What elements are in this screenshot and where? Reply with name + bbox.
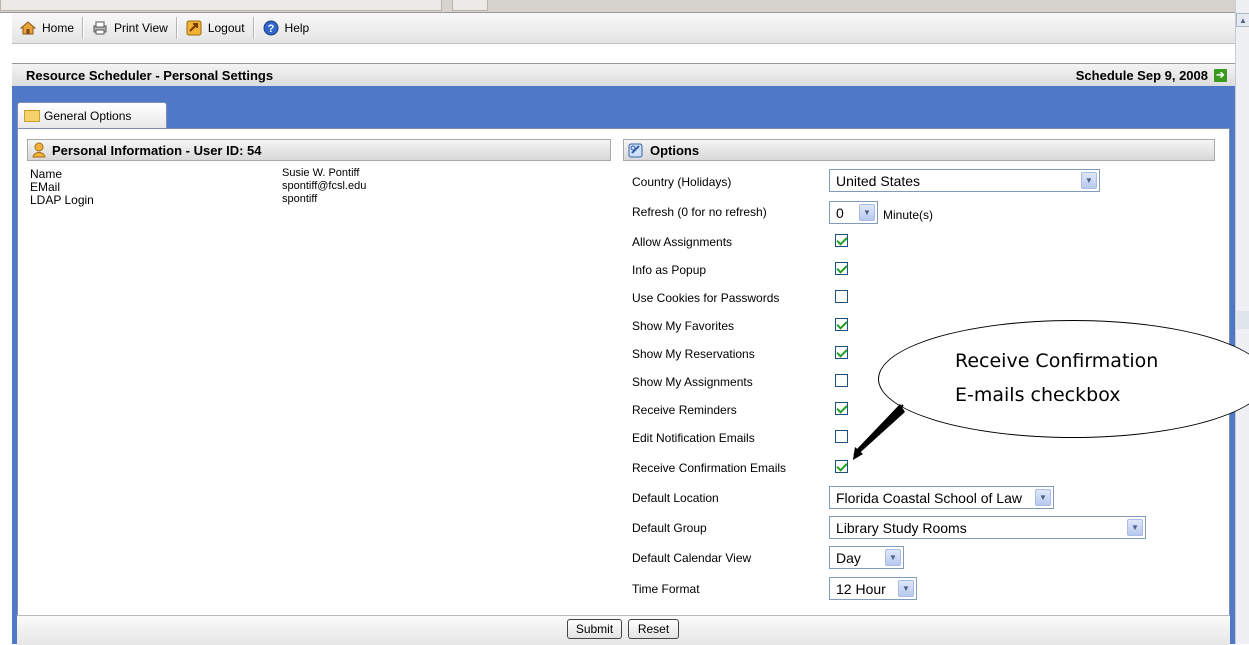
use-cookies-checkbox[interactable] (835, 290, 848, 303)
email-value: spontiff@fcsl.edu (282, 180, 367, 192)
svg-text:?: ? (267, 23, 274, 35)
receive-reminders-label: Receive Reminders (632, 403, 737, 417)
options-title: Options (650, 142, 700, 158)
email-label: EMail (30, 180, 61, 194)
help-button[interactable]: ? Help (255, 13, 318, 43)
default-location-select[interactable]: Florida Coastal School of Law ▼ (829, 486, 1054, 509)
default-group-label: Default Group (632, 521, 707, 535)
callout-bubble (878, 320, 1249, 438)
show-assignments-label: Show My Assignments (632, 375, 753, 389)
default-group-value: Library Study Rooms (836, 519, 967, 536)
time-format-label: Time Format (632, 582, 700, 596)
country-select[interactable]: United States ▼ (829, 169, 1100, 192)
folder-icon (24, 109, 40, 122)
default-group-select[interactable]: Library Study Rooms ▼ (829, 516, 1146, 539)
allow-assignments-label: Allow Assignments (632, 235, 733, 249)
scroll-thumb[interactable] (1237, 311, 1249, 329)
use-cookies-label: Use Cookies for Passwords (632, 291, 780, 305)
default-view-label: Default Calendar View (632, 551, 752, 565)
chevron-down-icon[interactable]: ▼ (1035, 489, 1051, 506)
chevron-down-icon[interactable]: ▼ (1127, 519, 1143, 536)
receive-reminders-checkbox[interactable] (835, 402, 848, 415)
show-favorites-label: Show My Favorites (632, 319, 735, 333)
home-label: Home (42, 21, 75, 35)
refresh-value: 0 (836, 204, 844, 221)
options-header: Options (623, 139, 1215, 161)
user-icon (32, 142, 46, 158)
refresh-label: Refresh (0 for no refresh) (632, 205, 767, 219)
default-view-select[interactable]: Day ▼ (829, 546, 904, 569)
default-view-value: Day (836, 549, 861, 566)
country-value: United States (836, 172, 921, 189)
name-label: Name (30, 167, 63, 181)
print-view-button[interactable]: Print View (84, 13, 176, 43)
print-view-label: Print View (114, 21, 168, 35)
vertical-scrollbar[interactable]: ▲ (1235, 0, 1249, 644)
form-footer (17, 615, 1230, 645)
page-title: Resource Scheduler - Personal Settings (26, 67, 274, 83)
chevron-down-icon[interactable]: ▼ (898, 580, 914, 597)
show-reservations-label: Show My Reservations (632, 347, 755, 361)
show-reservations-checkbox[interactable] (835, 346, 848, 359)
callout-line-1: Receive Confirmation (955, 350, 1159, 372)
submit-button[interactable]: Submit (567, 619, 622, 639)
allow-assignments-checkbox[interactable] (835, 234, 848, 247)
reset-button[interactable]: Reset (628, 619, 679, 639)
tab-general-options[interactable]: General Options (17, 102, 167, 128)
name-value: Susie W. Pontiff (282, 167, 360, 179)
browser-tab-strip (0, 0, 1249, 13)
logout-label: Logout (207, 21, 245, 35)
chevron-down-icon[interactable]: ▼ (1081, 172, 1097, 189)
toolbar: Home Print View Logout ? Help (12, 13, 1235, 44)
browser-tab[interactable] (452, 0, 488, 11)
refresh-select[interactable]: 0 ▼ (829, 201, 878, 224)
logout-button[interactable]: Logout (178, 13, 253, 43)
personal-info-title: Personal Information - User ID: 54 (52, 142, 262, 158)
info-popup-checkbox[interactable] (835, 262, 848, 275)
printer-icon (93, 21, 107, 35)
receive-confirmation-label: Receive Confirmation Emails (632, 461, 787, 475)
chevron-down-icon[interactable]: ▼ (859, 204, 875, 221)
help-label: Help (284, 21, 310, 35)
info-popup-label: Info as Popup (632, 263, 707, 277)
home-icon (20, 21, 36, 35)
options-icon (628, 143, 643, 158)
title-bar: Resource Scheduler - Personal Settings S… (12, 63, 1235, 87)
receive-confirmation-checkbox[interactable] (835, 460, 848, 473)
default-location-value: Florida Coastal School of Law (836, 489, 1022, 506)
schedule-link-label: Schedule Sep 9, 2008 (1075, 67, 1208, 83)
time-format-select[interactable]: 12 Hour ▼ (829, 577, 917, 600)
schedule-link[interactable]: Schedule Sep 9, 2008 ➔ (1076, 68, 1235, 83)
personal-info-header: Personal Information - User ID: 54 (27, 139, 611, 161)
edit-notification-checkbox[interactable] (835, 430, 848, 443)
tab-label: General Options (44, 108, 132, 123)
browser-tab[interactable] (0, 0, 442, 11)
scroll-up-icon[interactable]: ▲ (1236, 13, 1249, 27)
show-favorites-checkbox[interactable] (835, 318, 848, 331)
edit-notification-label: Edit Notification Emails (632, 431, 755, 445)
home-button[interactable]: Home (12, 13, 82, 43)
callout-line-2: E-mails checkbox (955, 384, 1121, 406)
default-location-label: Default Location (632, 491, 719, 505)
chevron-down-icon[interactable]: ▼ (885, 549, 901, 566)
time-format-value: 12 Hour (836, 580, 886, 597)
go-arrow-icon[interactable]: ➔ (1214, 68, 1227, 82)
logout-icon (186, 20, 202, 36)
ldap-login-value: spontiff (282, 193, 318, 205)
ldap-login-label: LDAP Login (30, 193, 94, 207)
help-icon: ? (263, 20, 279, 36)
show-assignments-checkbox[interactable] (835, 374, 848, 387)
country-label: Country (Holidays) (632, 175, 732, 189)
refresh-unit: Minute(s) (883, 208, 934, 222)
